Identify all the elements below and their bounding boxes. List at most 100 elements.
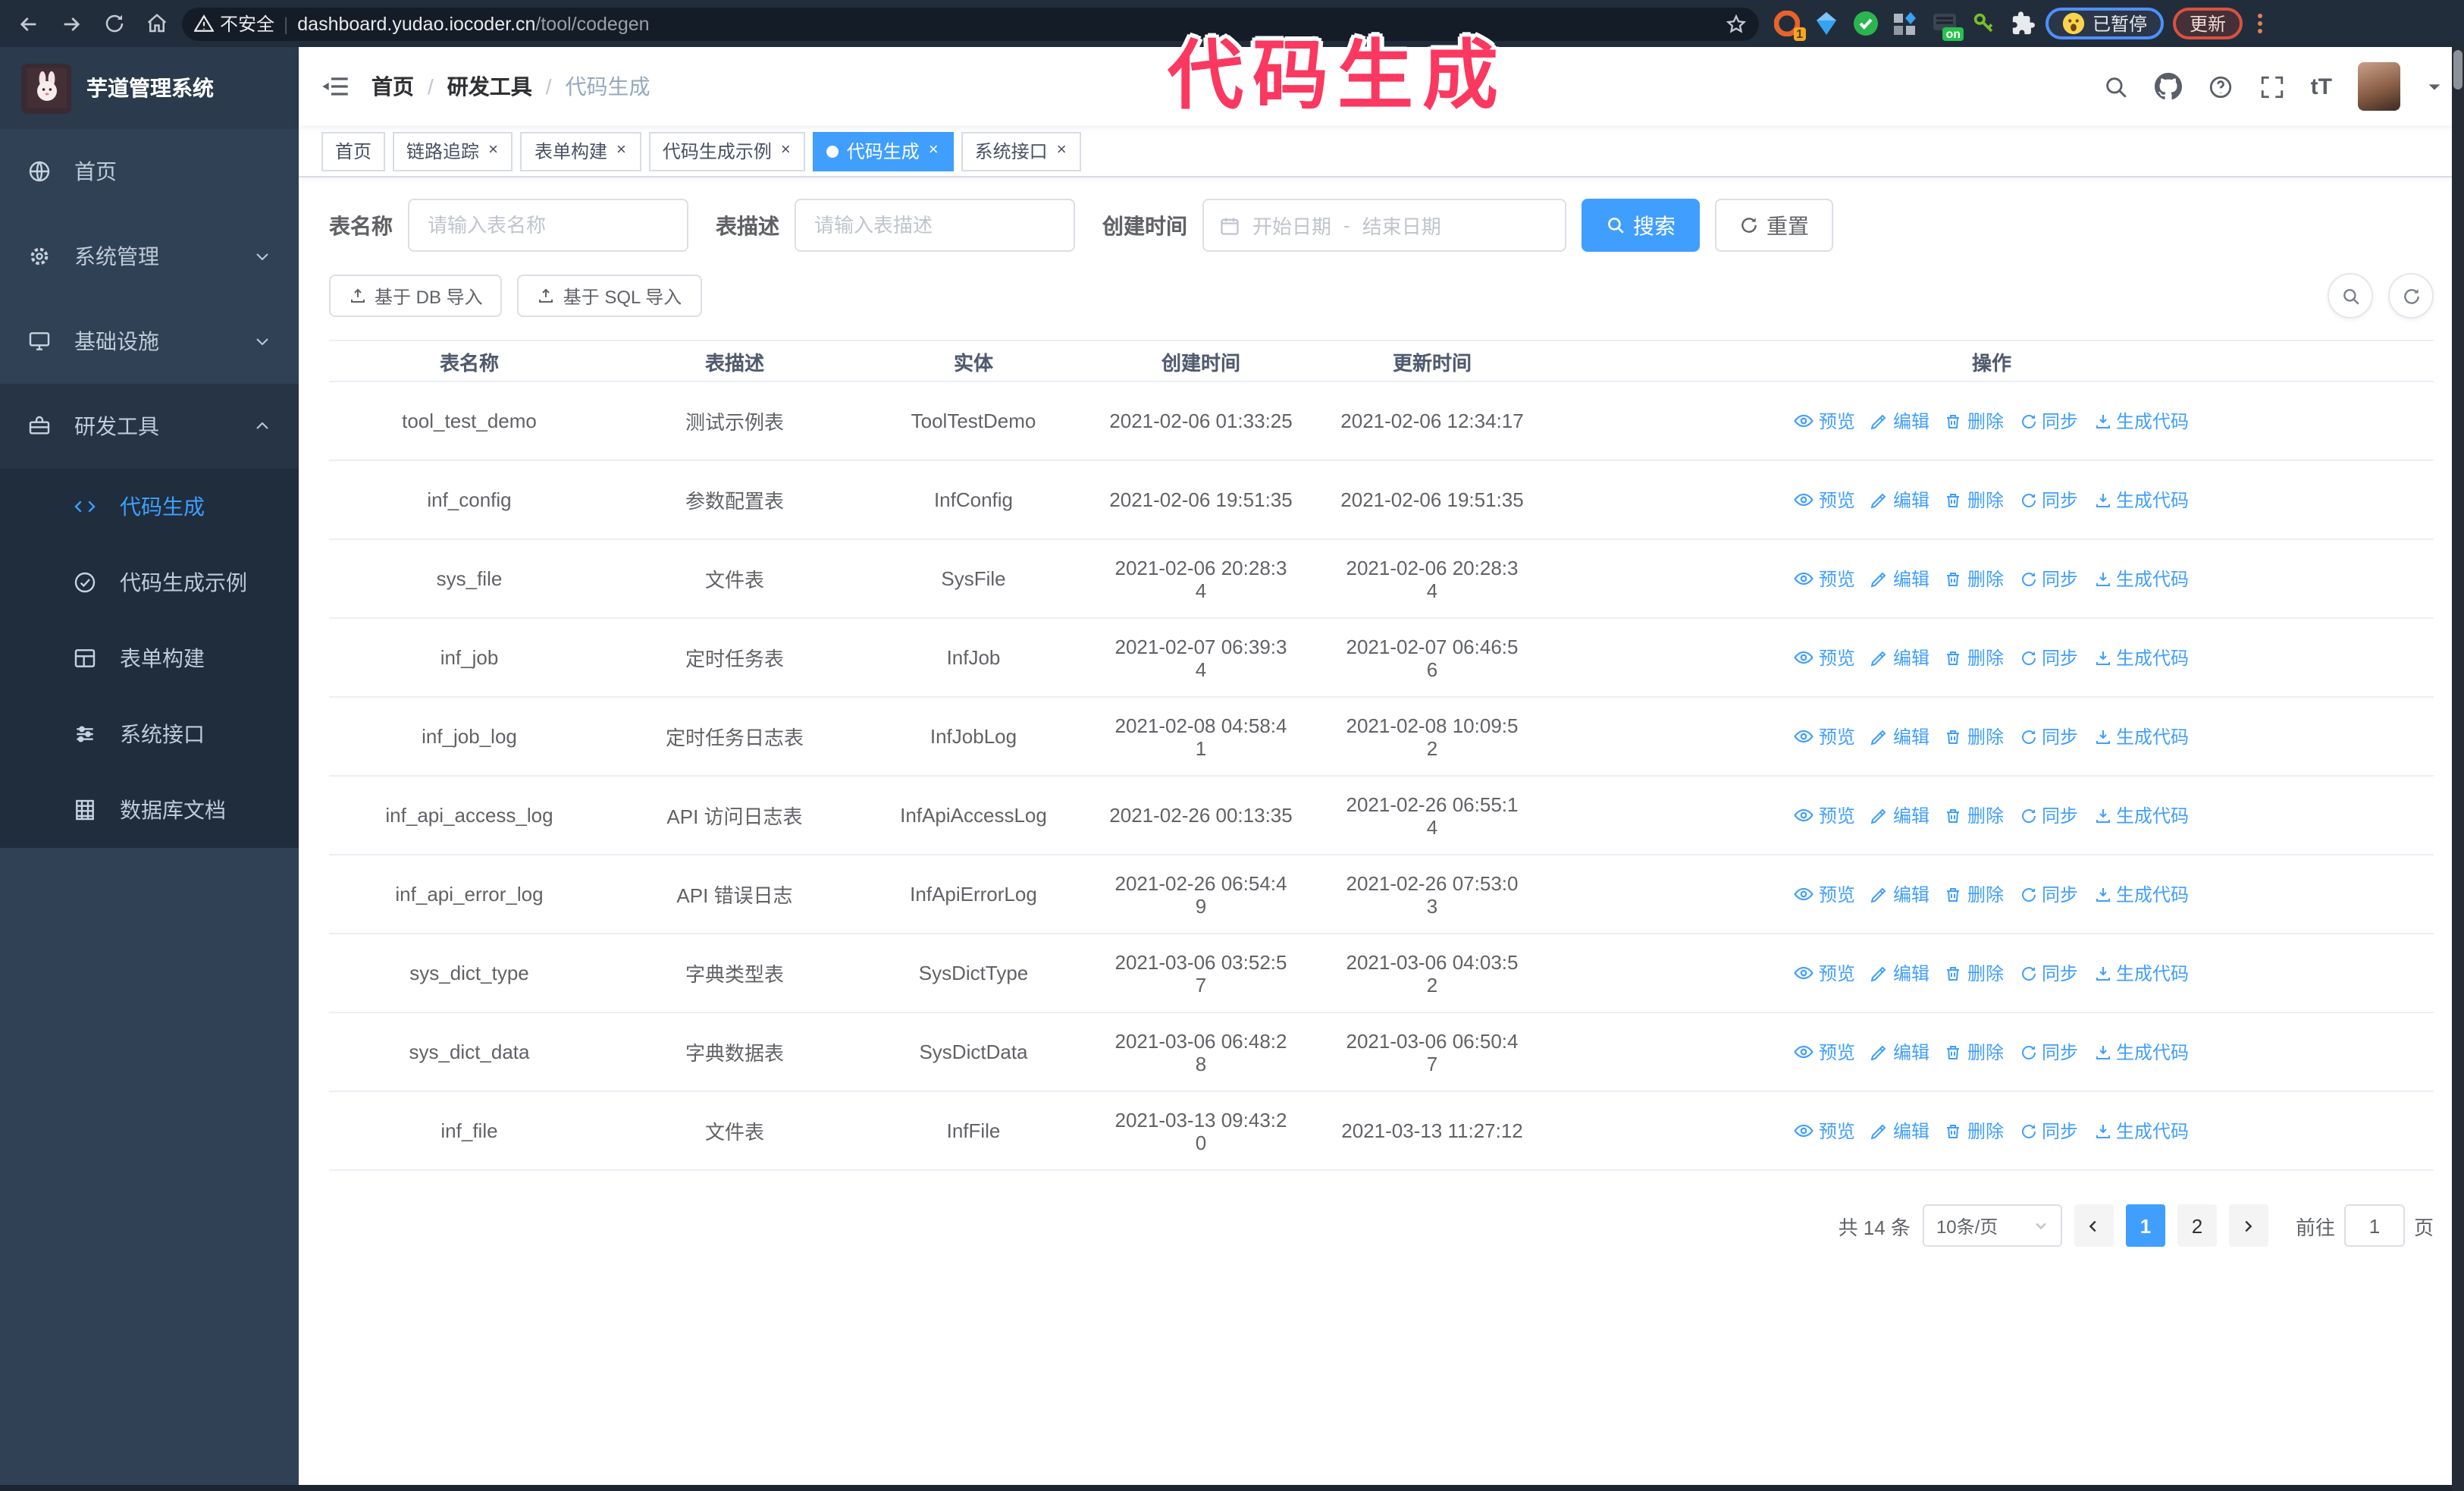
sync-action-link[interactable]: 同步 (2019, 408, 2078, 434)
github-icon[interactable] (2154, 73, 2182, 100)
submenu-item-3[interactable]: 系统接口 (0, 696, 299, 772)
download-action-link[interactable]: 生成代码 (2093, 881, 2189, 907)
download-action-link[interactable]: 生成代码 (2093, 566, 2189, 592)
page-tab-2[interactable]: 表单构建 × (520, 131, 641, 171)
sync-action-link[interactable]: 同步 (2019, 487, 2078, 513)
browser-menu-icon[interactable] (2252, 14, 2268, 33)
edit-action-link[interactable]: 编辑 (1870, 960, 1930, 986)
sync-action-link[interactable]: 同步 (2019, 645, 2078, 670)
browser-back-icon[interactable] (12, 7, 45, 40)
sync-action-link[interactable]: 同步 (2019, 1118, 2078, 1144)
sync-action-link[interactable]: 同步 (2019, 724, 2078, 749)
table-desc-input[interactable] (795, 199, 1075, 252)
submenu-item-1[interactable]: 代码生成示例 (0, 545, 299, 620)
delete-action-link[interactable]: 删除 (1945, 881, 2004, 907)
eye-action-link[interactable]: 预览 (1795, 487, 1855, 513)
page-tab-5[interactable]: 系统接口 × (961, 131, 1082, 171)
user-avatar[interactable] (2358, 62, 2400, 111)
delete-action-link[interactable]: 删除 (1945, 1039, 2004, 1065)
eye-action-link[interactable]: 预览 (1795, 881, 1855, 907)
page-tab-4[interactable]: 代码生成 × (813, 131, 954, 171)
edit-action-link[interactable]: 编辑 (1870, 802, 1930, 828)
page-number-1[interactable]: 1 (2125, 1204, 2165, 1247)
download-action-link[interactable]: 生成代码 (2093, 487, 2189, 513)
tab-close-icon[interactable]: × (487, 141, 500, 161)
download-action-link[interactable]: 生成代码 (2093, 1039, 2189, 1065)
delete-action-link[interactable]: 删除 (1945, 802, 2004, 828)
sidebar-item-0[interactable]: 首页 (0, 129, 299, 214)
browser-forward-icon[interactable] (55, 7, 88, 40)
page-tab-3[interactable]: 代码生成示例 × (648, 131, 806, 171)
download-action-link[interactable]: 生成代码 (2093, 645, 2189, 670)
edit-action-link[interactable]: 编辑 (1870, 408, 1930, 434)
goto-page-input[interactable] (2343, 1204, 2405, 1247)
download-action-link[interactable]: 生成代码 (2093, 802, 2189, 828)
font-size-icon[interactable]: tT (2311, 74, 2332, 99)
eye-action-link[interactable]: 预览 (1795, 1118, 1855, 1144)
browser-home-icon[interactable] (140, 7, 173, 40)
page-tab-0[interactable]: 首页 (321, 131, 386, 171)
tab-close-icon[interactable]: × (779, 141, 792, 161)
prev-page-button[interactable] (2074, 1204, 2114, 1247)
delete-action-link[interactable]: 删除 (1945, 408, 2004, 434)
edit-action-link[interactable]: 编辑 (1870, 1118, 1930, 1144)
download-action-link[interactable]: 生成代码 (2093, 1118, 2189, 1144)
delete-action-link[interactable]: 删除 (1945, 1118, 2004, 1144)
user-menu-caret-icon[interactable] (2426, 78, 2443, 95)
scrollbar-thumb[interactable] (2453, 50, 2462, 89)
download-action-link[interactable]: 生成代码 (2093, 960, 2189, 986)
delete-action-link[interactable]: 删除 (1945, 960, 2004, 986)
eye-action-link[interactable]: 预览 (1795, 960, 1855, 986)
eye-action-link[interactable]: 预览 (1795, 408, 1855, 434)
edit-action-link[interactable]: 编辑 (1870, 1039, 1930, 1065)
download-action-link[interactable]: 生成代码 (2093, 408, 2189, 434)
page-size-select[interactable]: 10条/页 (1922, 1204, 2062, 1247)
eye-action-link[interactable]: 预览 (1795, 1039, 1855, 1065)
delete-action-link[interactable]: 删除 (1945, 487, 2004, 513)
eye-action-link[interactable]: 预览 (1795, 802, 1855, 828)
sync-action-link[interactable]: 同步 (2019, 960, 2078, 986)
table-name-input[interactable] (408, 199, 688, 252)
edit-action-link[interactable]: 编辑 (1870, 566, 1930, 592)
sidebar-item-1[interactable]: 系统管理 (0, 214, 299, 299)
eye-action-link[interactable]: 预览 (1795, 645, 1855, 670)
edit-action-link[interactable]: 编辑 (1870, 724, 1930, 749)
sidebar-collapse-icon[interactable] (320, 71, 350, 102)
delete-action-link[interactable]: 删除 (1945, 645, 2004, 670)
sidebar-item-3[interactable]: 研发工具 (0, 384, 299, 469)
delete-action-link[interactable]: 删除 (1945, 724, 2004, 749)
address-bar[interactable]: 不安全 | dashboard.yudao.iocoder.cn/tool/co… (182, 7, 1759, 40)
extensions-puzzle-icon[interactable] (2011, 11, 2036, 36)
delete-action-link[interactable]: 删除 (1945, 566, 2004, 592)
sync-action-link[interactable]: 同步 (2019, 802, 2078, 828)
reset-button[interactable]: 重置 (1715, 199, 1833, 252)
date-range-picker[interactable]: 开始日期 - 结束日期 (1202, 199, 1566, 252)
refresh-table-button[interactable] (2388, 273, 2434, 319)
breadcrumb-home[interactable]: 首页 (371, 71, 414, 102)
page-tab-1[interactable]: 链路追踪 × (393, 131, 513, 171)
eye-action-link[interactable]: 预览 (1795, 724, 1855, 749)
fullscreen-icon[interactable] (2259, 74, 2285, 99)
shield-check-extension-icon[interactable] (1853, 11, 1879, 36)
download-action-link[interactable]: 生成代码 (2093, 724, 2189, 749)
adblock-extension-icon[interactable]: 1 (1774, 11, 1806, 41)
submenu-item-0[interactable]: 代码生成 (0, 469, 299, 545)
sync-action-link[interactable]: 同步 (2019, 1039, 2078, 1065)
header-search-icon[interactable] (2103, 74, 2129, 99)
logo-bar[interactable]: 芋道管理系统 (0, 47, 299, 129)
switch-extension-icon[interactable]: on (1932, 11, 1964, 41)
edit-action-link[interactable]: 编辑 (1870, 645, 1930, 670)
search-button[interactable]: 搜索 (1582, 199, 1700, 252)
edit-action-link[interactable]: 编辑 (1870, 487, 1930, 513)
eye-action-link[interactable]: 预览 (1795, 566, 1855, 592)
sync-action-link[interactable]: 同步 (2019, 881, 2078, 907)
browser-reload-icon[interactable] (97, 7, 130, 40)
sidebar-item-2[interactable]: 基础设施 (0, 299, 299, 384)
submenu-item-4[interactable]: 数据库文档 (0, 772, 299, 848)
import-db-button[interactable]: 基于 DB 导入 (329, 275, 503, 317)
import-sql-button[interactable]: 基于 SQL 导入 (517, 275, 702, 317)
submenu-item-2[interactable]: 表单构建 (0, 620, 299, 696)
bookmark-star-icon[interactable] (1726, 13, 1747, 34)
sync-action-link[interactable]: 同步 (2019, 566, 2078, 592)
breadcrumb-tools[interactable]: 研发工具 (447, 71, 532, 102)
